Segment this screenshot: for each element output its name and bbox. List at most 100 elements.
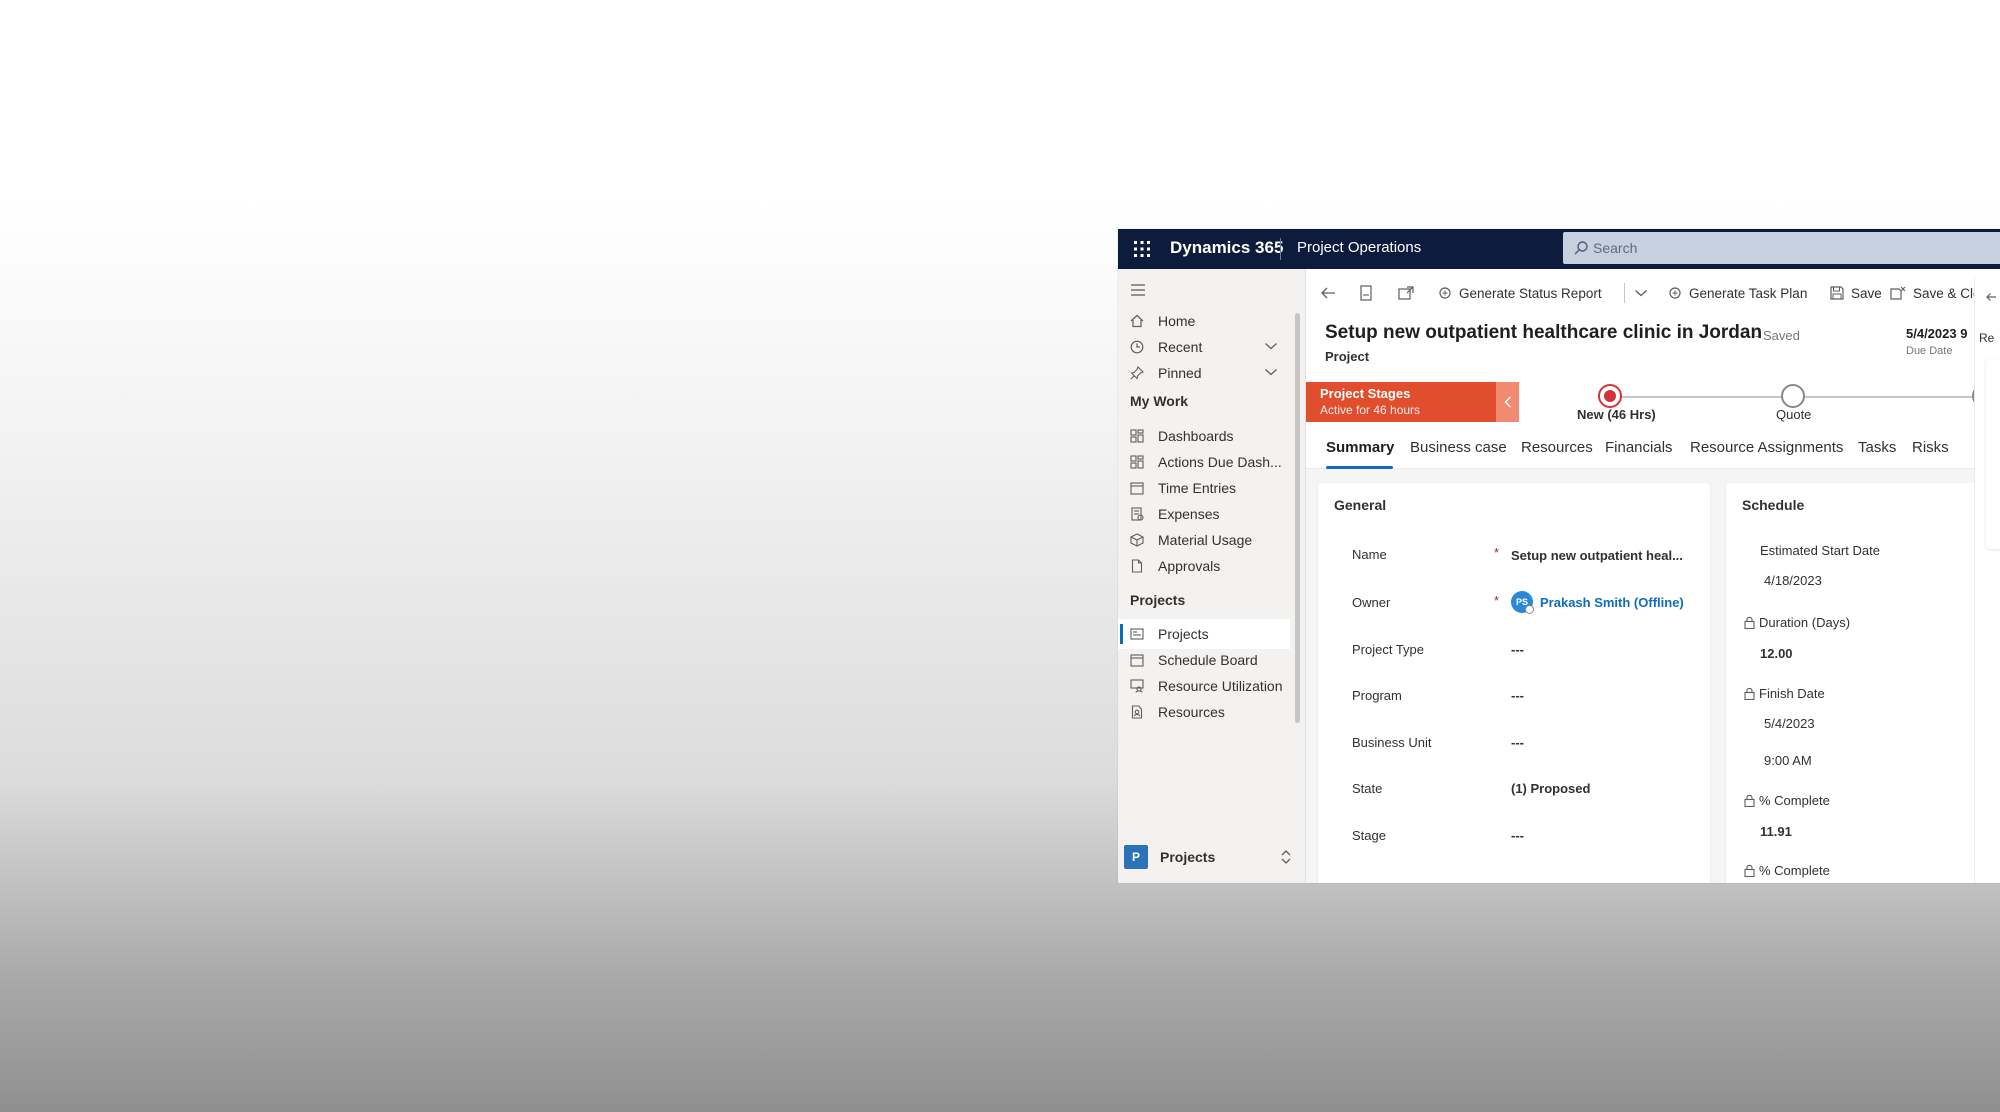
process-title: Project Stages	[1320, 386, 1411, 401]
area-badge: P	[1124, 845, 1148, 869]
stage-label-quote[interactable]: Quote	[1776, 407, 1811, 422]
sidebar-item-resources[interactable]: Resources	[1118, 697, 1290, 727]
back-button[interactable]	[1320, 269, 1343, 317]
business-unit-label: Business Unit	[1352, 735, 1432, 750]
open-new-window-button[interactable]	[1398, 269, 1421, 317]
sidebar-item-label: Dashboards	[1158, 428, 1234, 444]
due-date-value: 5/4/2023 9	[1906, 326, 1968, 341]
business-process-flow: Project Stages Active for 46 hours New (…	[1306, 382, 2000, 422]
stage-label-new[interactable]: New (46 Hrs)	[1577, 407, 1656, 422]
collapse-process-button[interactable]	[1496, 382, 1519, 422]
app-name[interactable]: Project Operations	[1297, 239, 1421, 256]
general-section-title: General	[1334, 497, 1387, 513]
general-section: General Name * Setup new outpatient heal…	[1318, 483, 1710, 883]
sidebar-item-label: Resources	[1158, 704, 1225, 720]
command-label: Generate Status Report	[1459, 285, 1602, 301]
name-label: Name	[1352, 547, 1387, 562]
search-box[interactable]: Search	[1563, 232, 2000, 264]
side-pane-card	[1986, 359, 2000, 549]
percent-complete-field: 11.91	[1760, 824, 1792, 839]
document-icon	[1359, 285, 1373, 301]
search-placeholder: Search	[1593, 240, 1638, 256]
command-bar: Generate Status Report Generate Task Pla…	[1306, 269, 2000, 317]
sparkle-icon	[1668, 286, 1682, 300]
due-date-label: Due Date	[1906, 345, 1953, 357]
brand-name[interactable]: Dynamics 365	[1170, 238, 1283, 258]
sidebar-scrollbar[interactable]	[1295, 313, 1300, 723]
calendar-icon	[1128, 651, 1146, 669]
site-map-sidebar: Home Recent Pinned My Work Dashboards Ac…	[1118, 269, 1306, 883]
dynamics-app-window: Dynamics 365 Project Operations Search H…	[1118, 229, 2000, 883]
tab-summary[interactable]: Summary	[1326, 439, 1394, 456]
duration-label: Duration (Days)	[1744, 615, 1850, 630]
schedule-section-title: Schedule	[1742, 497, 1805, 513]
back-arrow-icon	[1320, 286, 1336, 300]
tab-resource-assignments[interactable]: Resource Assignments	[1690, 439, 1843, 456]
save-status: - Saved	[1755, 328, 1800, 343]
duration-field: 12.00	[1760, 646, 1793, 661]
generate-task-plan-button[interactable]: Generate Task Plan	[1668, 269, 1807, 317]
area-switcher[interactable]: P Projects	[1118, 839, 1306, 875]
chevron-down-icon[interactable]	[1264, 367, 1278, 377]
save-and-close-button[interactable]: Save & Clo	[1890, 269, 1981, 317]
document-icon	[1128, 557, 1146, 575]
form-tabs: Summary Business case Resources Financia…	[1306, 429, 2000, 469]
program-label: Program	[1352, 688, 1402, 703]
projects-heading: Projects	[1130, 592, 1186, 608]
tab-resources[interactable]: Resources	[1521, 439, 1593, 456]
program-field[interactable]: ---	[1511, 688, 1524, 703]
sidebar-item-label: Resource Utilization	[1158, 678, 1283, 694]
active-process-box[interactable]: Project Stages Active for 46 hours	[1306, 382, 1496, 422]
back-arrow-icon[interactable]	[1985, 291, 1997, 303]
tab-tasks[interactable]: Tasks	[1858, 439, 1896, 456]
tab-financials[interactable]: Financials	[1605, 439, 1673, 456]
sidebar-item-approvals[interactable]: Approvals	[1118, 551, 1290, 581]
open-in-new-window-icon	[1398, 286, 1414, 300]
stage-node-new[interactable]	[1598, 384, 1622, 408]
stage-node-quote[interactable]	[1781, 384, 1805, 408]
project-type-field[interactable]: ---	[1511, 642, 1524, 657]
generate-status-report-button[interactable]: Generate Status Report	[1438, 269, 1602, 317]
percent-complete-label-text: % Complete	[1759, 793, 1830, 808]
percent-complete-label: % Complete	[1744, 793, 1830, 808]
entity-name: Project	[1325, 349, 1370, 364]
estimated-start-label-text: Estimated Start Date	[1760, 543, 1880, 558]
chevron-down-icon[interactable]	[1264, 341, 1278, 351]
area-label: Projects	[1160, 849, 1216, 865]
hamburger-menu-icon[interactable]	[1130, 283, 1148, 297]
box-icon	[1128, 531, 1146, 549]
chevron-down-icon	[1635, 290, 1647, 297]
tab-risks[interactable]: Risks	[1912, 439, 1949, 456]
chevron-left-icon	[1503, 396, 1511, 408]
finish-time-field: 9:00 AM	[1764, 753, 1812, 768]
topbar-divider	[1280, 238, 1281, 260]
state-field[interactable]: (1) Proposed	[1511, 781, 1590, 796]
app-launcher-icon[interactable]	[1130, 237, 1154, 261]
estimated-start-field[interactable]: 4/18/2023	[1764, 573, 1822, 588]
sidebar-item-pinned[interactable]: Pinned	[1118, 358, 1290, 388]
estimated-start-label: Estimated Start Date	[1760, 543, 1880, 558]
dashboard-icon	[1128, 453, 1146, 471]
percent-complete-label-2: % Complete	[1744, 863, 1830, 878]
finish-date-label-text: Finish Date	[1759, 686, 1825, 701]
finish-date-field: 5/4/2023	[1764, 716, 1815, 731]
name-field[interactable]: Setup new outpatient heal...	[1511, 548, 1683, 563]
required-indicator: *	[1494, 593, 1500, 608]
sidebar-item-label: Recent	[1158, 339, 1203, 355]
owner-lookup[interactable]: PS Prakash Smith (Offline)	[1511, 591, 1684, 614]
my-work-heading: My Work	[1130, 393, 1189, 409]
chevron-up-down-icon[interactable]	[1280, 849, 1292, 865]
owner-name[interactable]: Prakash Smith (Offline)	[1540, 595, 1684, 610]
sidebar-item-label: Approvals	[1158, 558, 1221, 574]
record-view-button[interactable]	[1359, 269, 1380, 317]
projects-icon	[1128, 625, 1146, 643]
avatar: PS	[1511, 591, 1534, 614]
stage-field[interactable]: ---	[1511, 828, 1524, 843]
tab-business-case[interactable]: Business case	[1410, 439, 1507, 456]
more-commands-dropdown[interactable]	[1634, 269, 1648, 317]
clock-icon	[1128, 338, 1146, 356]
pin-icon	[1128, 364, 1146, 382]
finish-date-label: Finish Date	[1744, 686, 1825, 701]
business-unit-field[interactable]: ---	[1511, 735, 1524, 750]
save-button[interactable]: Save	[1830, 269, 1882, 317]
